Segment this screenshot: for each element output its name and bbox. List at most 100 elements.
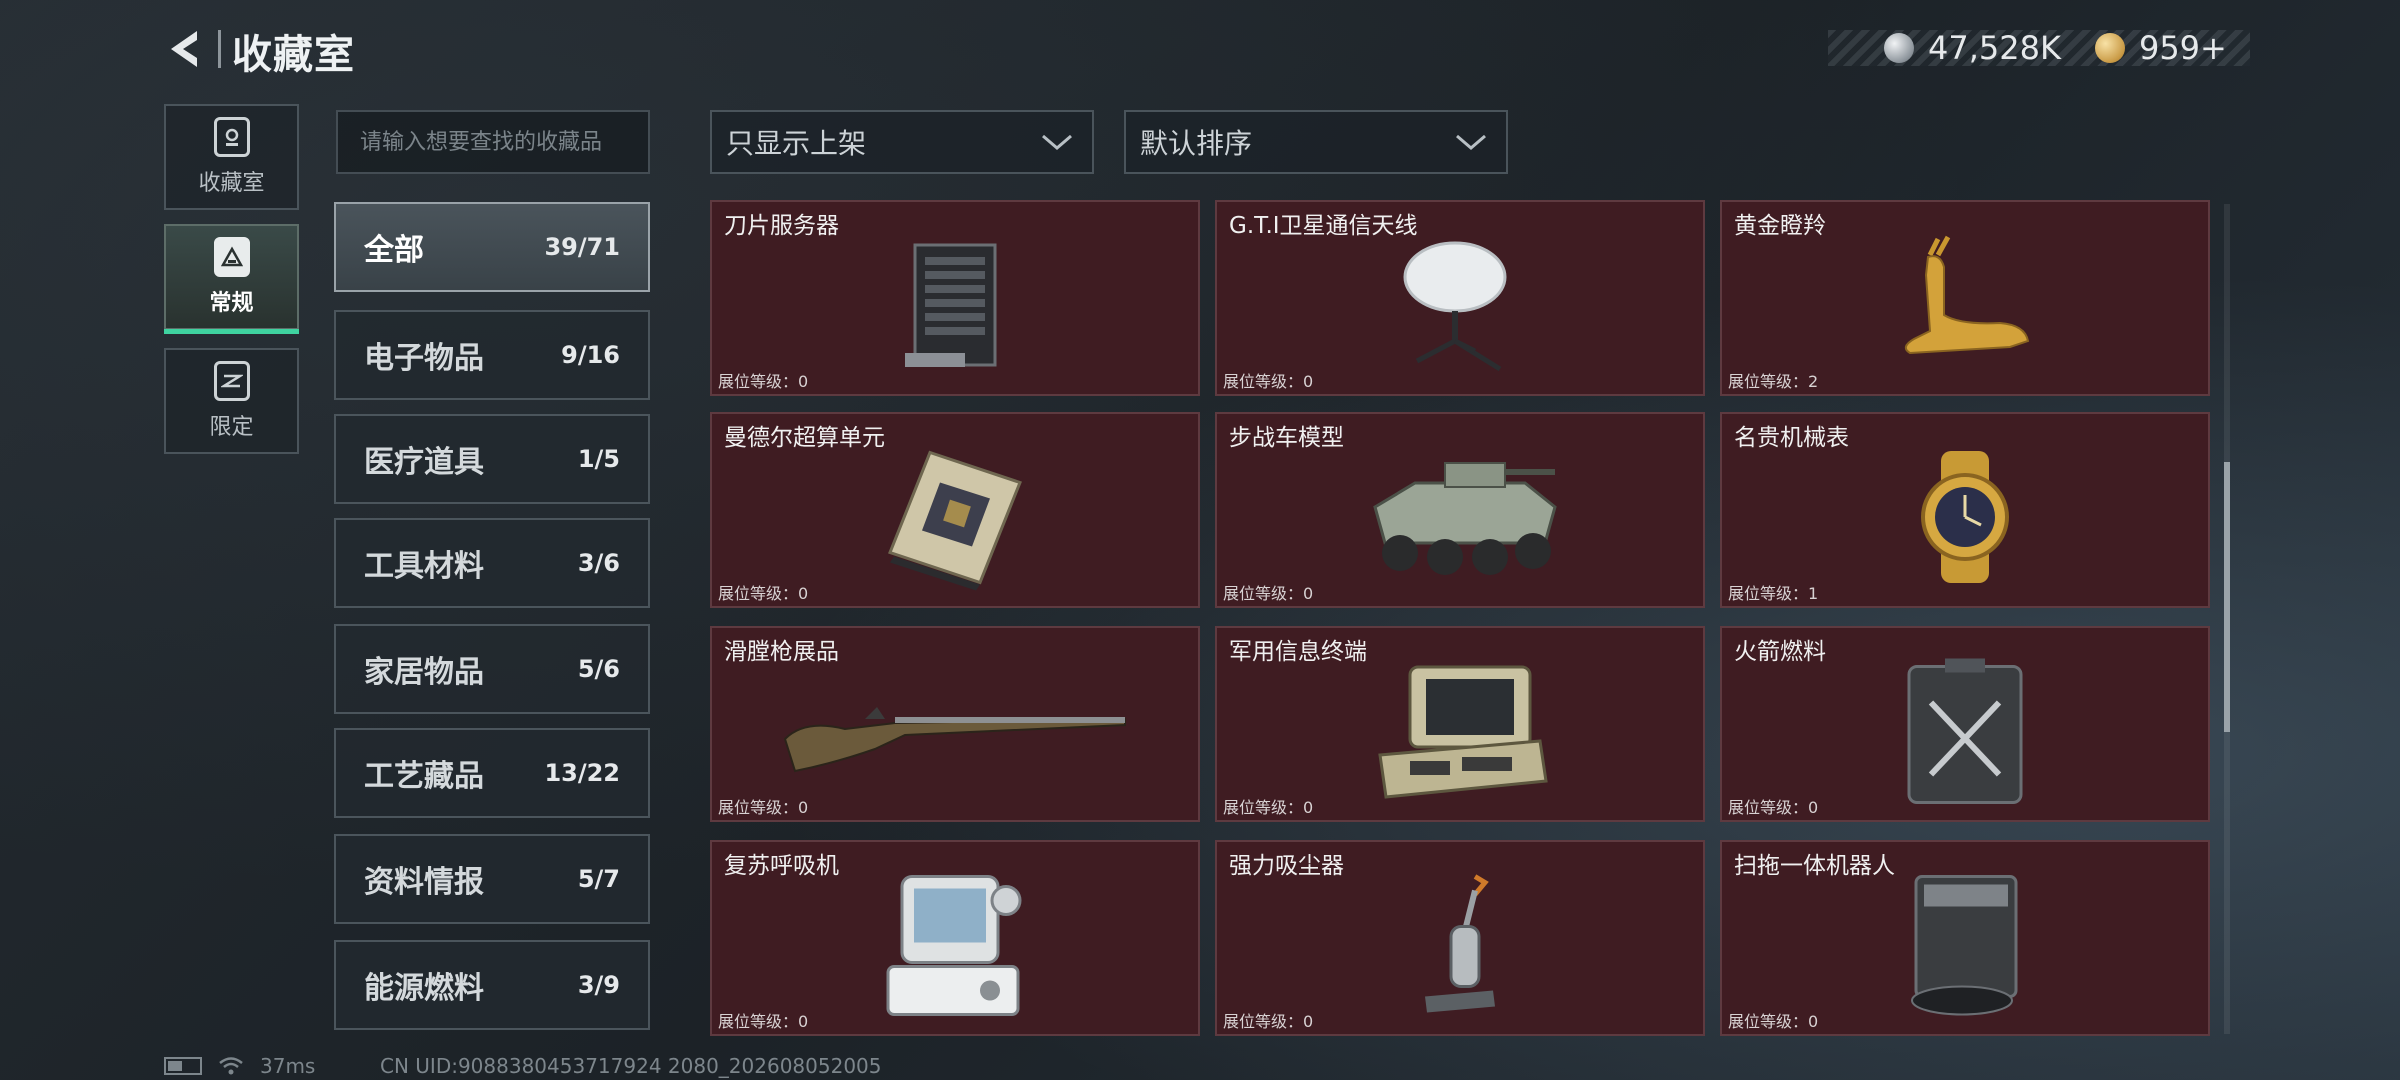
status-bar: 37ms bbox=[164, 1054, 315, 1078]
item-name: G.T.I卫星通信天线 bbox=[1229, 213, 1418, 239]
item-card-mechanical-watch[interactable]: 名贵机械表 展位等级：1 bbox=[1720, 412, 2210, 608]
sort-value: 默认排序 bbox=[1140, 127, 1253, 160]
item-level: 展位等级：0 bbox=[1223, 798, 1314, 817]
grid-scrollbar-thumb[interactable] bbox=[2224, 462, 2230, 732]
item-card-satellite-antenna[interactable]: G.T.I卫星通信天线 展位等级：0 bbox=[1215, 200, 1705, 396]
search-input[interactable] bbox=[336, 110, 650, 174]
musket-icon bbox=[783, 707, 1126, 773]
category-count: 5/6 bbox=[577, 655, 620, 683]
category-crafts[interactable]: 工艺藏品 13/22 bbox=[334, 728, 650, 818]
header-divider bbox=[218, 30, 221, 68]
vacuum-cleaner-icon bbox=[1425, 874, 1495, 1013]
silver-currency-value: 47,528K bbox=[1928, 29, 2061, 67]
item-name: 步战车模型 bbox=[1229, 425, 1344, 451]
item-name: 复苏呼吸机 bbox=[724, 853, 839, 879]
category-name: 医疗道具 bbox=[364, 445, 484, 480]
category-name: 电子物品 bbox=[364, 341, 484, 376]
item-level: 展位等级：0 bbox=[1223, 584, 1314, 603]
item-card-vacuum-cleaner[interactable]: 强力吸尘器 展位等级：0 bbox=[1215, 840, 1705, 1036]
sidenav-collection-room[interactable]: 收藏室 bbox=[164, 104, 299, 210]
chevron-down-icon bbox=[1042, 134, 1072, 150]
wifi-icon bbox=[219, 1057, 243, 1075]
user-uid: CN UID:9088380453717924 2080_20260805200… bbox=[380, 1054, 882, 1078]
item-level: 展位等级：0 bbox=[1223, 1012, 1314, 1031]
item-level: 展位等级：0 bbox=[718, 372, 809, 391]
item-name: 曼德尔超算单元 bbox=[724, 425, 885, 451]
sidenav-label: 常规 bbox=[209, 291, 254, 316]
sidenav-label: 收藏室 bbox=[198, 171, 265, 196]
category-count: 9/16 bbox=[561, 341, 620, 369]
category-energy[interactable]: 能源燃料 3/9 bbox=[334, 940, 650, 1030]
category-count: 3/6 bbox=[577, 549, 620, 577]
category-name: 家居物品 bbox=[364, 655, 484, 690]
limited-icon bbox=[213, 361, 250, 401]
category-count: 5/7 bbox=[577, 865, 620, 893]
category-medical[interactable]: 医疗道具 1/5 bbox=[334, 414, 650, 504]
category-name: 工具材料 bbox=[364, 549, 484, 584]
category-intel[interactable]: 资料情报 5/7 bbox=[334, 834, 650, 924]
grid-scrollbar[interactable] bbox=[2224, 204, 2230, 1034]
sidenav-regular[interactable]: 常规 bbox=[164, 224, 299, 334]
item-level: 展位等级：0 bbox=[718, 1012, 809, 1031]
mechanical-watch-icon bbox=[1921, 451, 2009, 583]
sort-dropdown[interactable]: 默认排序 bbox=[1124, 110, 1508, 174]
chevron-down-icon bbox=[1456, 134, 1486, 150]
item-name: 黄金瞪羚 bbox=[1734, 213, 1826, 239]
satellite-antenna-icon bbox=[1403, 241, 1507, 372]
item-level: 展位等级：0 bbox=[718, 798, 809, 817]
back-button[interactable] bbox=[160, 24, 210, 74]
page-title: 收藏室 bbox=[232, 32, 355, 78]
gold-coin-icon bbox=[2094, 33, 2125, 63]
sidenav-label: 限定 bbox=[209, 415, 254, 440]
item-level: 展位等级：2 bbox=[1728, 372, 1819, 391]
item-card-rocket-fuel[interactable]: 火箭燃料 展位等级：0 bbox=[1720, 626, 2210, 822]
item-level: 展位等级：0 bbox=[1728, 1012, 1819, 1031]
item-card-musket[interactable]: 滑膛枪展品 展位等级：0 bbox=[710, 626, 1200, 822]
category-name: 全部 bbox=[364, 233, 424, 268]
battery-icon bbox=[164, 1057, 202, 1075]
item-name: 滑膛枪展品 bbox=[724, 639, 839, 665]
item-card-golden-gazelle[interactable]: 黄金瞪羚 展位等级：2 bbox=[1720, 200, 2210, 396]
item-name: 强力吸尘器 bbox=[1229, 853, 1344, 879]
category-count: 1/5 bbox=[577, 445, 620, 473]
military-terminal-icon bbox=[1378, 665, 1548, 799]
category-tools[interactable]: 工具材料 3/6 bbox=[334, 518, 650, 608]
category-count: 39/71 bbox=[544, 233, 620, 261]
sidenav-limited[interactable]: 限定 bbox=[164, 348, 299, 454]
item-card-supercomputer-unit[interactable]: 曼德尔超算单元 展位等级：0 bbox=[710, 412, 1200, 608]
item-card-military-terminal[interactable]: 军用信息终端 展位等级：0 bbox=[1215, 626, 1705, 822]
item-name: 扫拖一体机器人 bbox=[1734, 853, 1895, 879]
collection-grid: 刀片服务器 展位等级：0 G.T.I卫星通信天线 展位等级：0 黄金瞪羚 展位等… bbox=[710, 200, 2216, 1038]
item-card-ifv-model[interactable]: 步战车模型 展位等级：0 bbox=[1215, 412, 1705, 608]
item-level: 展位等级：0 bbox=[1728, 798, 1819, 817]
ping-value: 37ms bbox=[260, 1054, 316, 1078]
ifv-model-icon bbox=[1373, 462, 1557, 575]
display-filter-value: 只显示上架 bbox=[726, 127, 867, 160]
category-count: 13/22 bbox=[544, 759, 620, 787]
item-name: 名贵机械表 bbox=[1734, 425, 1849, 451]
robot-mop-icon bbox=[1911, 875, 2018, 1016]
item-name: 军用信息终端 bbox=[1229, 639, 1367, 665]
category-count: 3/9 bbox=[577, 971, 620, 999]
category-household[interactable]: 家居物品 5/6 bbox=[334, 624, 650, 714]
category-electronics[interactable]: 电子物品 9/16 bbox=[334, 310, 650, 400]
back-arrow-icon bbox=[171, 31, 197, 67]
category-name: 能源燃料 bbox=[364, 971, 484, 1006]
item-card-blade-server[interactable]: 刀片服务器 展位等级：0 bbox=[710, 200, 1200, 396]
currency-bar: 47,528K 959+ bbox=[1828, 29, 2250, 67]
ventilator-icon bbox=[886, 875, 1022, 1016]
display-filter-dropdown[interactable]: 只显示上架 bbox=[710, 110, 1094, 174]
item-level: 展位等级：1 bbox=[1728, 584, 1819, 603]
category-all[interactable]: 全部 39/71 bbox=[334, 202, 650, 292]
item-name: 刀片服务器 bbox=[724, 213, 839, 239]
golden-gazelle-icon bbox=[1904, 235, 2030, 355]
gold-currency-value: 959+ bbox=[2138, 29, 2227, 67]
blade-server-icon bbox=[905, 243, 997, 367]
rocket-fuel-icon bbox=[1907, 658, 2023, 804]
supercomputer-unit-icon bbox=[888, 450, 1022, 591]
item-level: 展位等级：0 bbox=[718, 584, 809, 603]
regular-icon bbox=[213, 237, 250, 277]
item-card-ventilator[interactable]: 复苏呼吸机 展位等级：0 bbox=[710, 840, 1200, 1036]
item-card-robot-mop[interactable]: 扫拖一体机器人 展位等级：0 bbox=[1720, 840, 2210, 1036]
silver-coin-icon bbox=[1884, 33, 1914, 63]
